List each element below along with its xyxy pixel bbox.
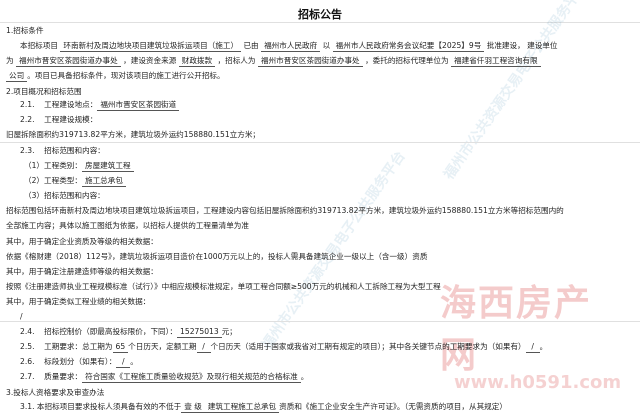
- scope-text: 招标范围包括环南新村及周边地块项目建筑垃圾拆运项目，工程建设内容包括旧屋拆除面积…: [6, 206, 564, 215]
- item-2-7: 2.7. 质量要求： 符合国家《工程施工质量验收规范》及现行相关规范的合格标准。: [20, 372, 309, 383]
- paragraph-line: 为 福州市晋安区茶园街道办事处 ，建设资金来源 财政拨款 ，招标人为 福州市晋安…: [6, 55, 541, 67]
- site-watermark-stamp: 海西房产网 www.h0591.com: [440, 274, 622, 393]
- paragraph-line: 本招标项目 环南新村及周边地块项目建筑垃圾拆运项目（施工） 已由 福州市人民政府…: [20, 40, 558, 52]
- divider: [0, 142, 640, 143]
- note-text: 其中，用于确定注册建造师等级的相关数据：: [6, 267, 158, 276]
- stamp-url: www.h0591.com: [454, 372, 622, 393]
- paragraph-line: 公司 。项目已具备招标条件，现对该项目的施工进行公开招标。: [6, 70, 225, 82]
- item-2-3: 2.3. 招标范围和内容：: [20, 146, 105, 155]
- page-title: 招标公告: [298, 8, 342, 21]
- approval-doc: 福州市人民政府常务会议纪要【2025】9号: [332, 40, 485, 52]
- item-3-1: 3.1. 本招标项目要求投标人须具备有效的不低于壹 级建筑工程施工总承包 资质和《…: [20, 402, 507, 413]
- type-line: （2）工程类型： 施工总承包: [24, 175, 126, 187]
- item-2-1: 2.1. 工程建设地点： 福州市晋安区茶园街道: [20, 99, 180, 111]
- item-2-2: 2.2. 工程建设规模：: [20, 115, 98, 124]
- item-2-4: 2.4. 招标控制价（即最高投标限价，下同）： 15275013 元；: [20, 327, 237, 338]
- fund-source: 财政拨款: [178, 55, 216, 67]
- vertical-watermark: 福州市公共资源交易电子公共服务平台: [441, 0, 591, 183]
- divider: [0, 321, 640, 322]
- type-line: （1）工程类别： 房屋建筑工程: [24, 160, 134, 172]
- section-heading: 1.招标条件: [6, 26, 44, 35]
- tenderer: 福州市晋安区茶园街道办事处: [257, 55, 363, 67]
- scope-text: 全部施工内容；具体以施工图纸为依据，以招标人提供的工程量清单为准: [6, 221, 249, 230]
- section-heading: 3.投标人资格要求及审查办法: [6, 388, 105, 397]
- note-text: 按照《注册建造师执业工程规模标准（试行）》中相应规模标准规定，单项工程合同额≥5…: [6, 282, 441, 291]
- item-2-5: 2.5. 工期要求：总工期为 65 个日历天，定额工期 / 个日历天（适用于国家或我省对…: [20, 342, 548, 353]
- note-text: 依据《榕财建（2018）112号》，建筑垃圾拆运项目造价在1000万元以上的，投…: [6, 252, 428, 261]
- item-2-6: 2.6. 标段划分（如果有）： /。: [20, 357, 138, 368]
- type-line: （3）招标范围和内容：: [24, 191, 105, 200]
- agent: 福建省仟羽工程咨询有限: [451, 55, 541, 67]
- approver: 福州市人民政府: [261, 40, 321, 52]
- construction-unit: 福州市晋安区茶园街道办事处: [16, 55, 121, 67]
- note-text: 其中，用于确定企业资质及等级的相关数据：: [6, 237, 158, 246]
- note-text: 其中，用于确定类似工程业绩的相关数据：: [6, 297, 151, 306]
- title-divider: [0, 22, 640, 23]
- stamp-text: 海西房产网: [440, 283, 593, 376]
- scale-text: 旧屋拆除面积约319713.82平方米，建筑垃圾外运约158880.151立方米…: [6, 130, 261, 139]
- vertical-watermark-2: 福州市公共资源交易电子公共服务平台: [259, 148, 409, 353]
- project-name: 环南新村及周边地块项目建筑垃圾拆运项目（施工）: [60, 40, 242, 52]
- section-heading: 2.项目概况和招标范围: [6, 87, 82, 96]
